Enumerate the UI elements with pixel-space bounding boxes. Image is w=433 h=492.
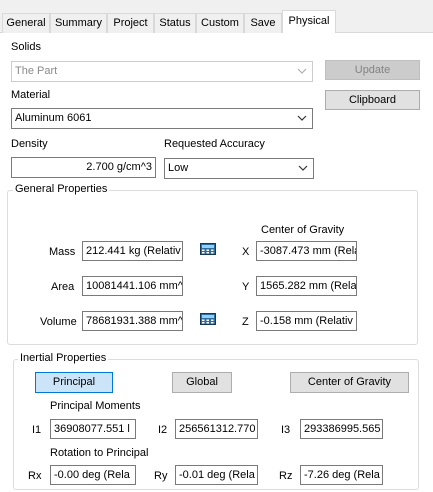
mass-label: Mass bbox=[49, 246, 76, 258]
density-label: Density bbox=[11, 138, 48, 150]
rz-field[interactable]: -7.26 deg (Rela bbox=[300, 465, 383, 485]
accuracy-dropdown[interactable]: Low bbox=[164, 158, 314, 179]
tab-general[interactable]: General bbox=[2, 13, 50, 33]
i3-label: I3 bbox=[281, 424, 291, 436]
tab-custom[interactable]: Custom bbox=[196, 13, 244, 33]
accuracy-value: Low bbox=[168, 162, 189, 174]
rx-label: Rx bbox=[28, 470, 42, 482]
calculator-icon[interactable] bbox=[200, 243, 216, 255]
i2-label: I2 bbox=[158, 424, 168, 436]
rx-field[interactable]: -0.00 deg (Rela bbox=[50, 465, 136, 485]
solids-value: The Part bbox=[15, 65, 58, 77]
rotation-to-principal-label: Rotation to Principal bbox=[50, 447, 149, 459]
y-label: Y bbox=[242, 281, 250, 293]
tab-save[interactable]: Save bbox=[244, 13, 282, 33]
cog-header: Center of Gravity bbox=[261, 224, 345, 236]
inertial-properties-title: Inertial Properties bbox=[18, 352, 109, 364]
solids-dropdown[interactable]: The Part bbox=[11, 61, 313, 82]
tab-physical[interactable]: Physical bbox=[282, 10, 336, 33]
principal-moments-label: Principal Moments bbox=[50, 400, 141, 412]
solids-label: Solids bbox=[11, 41, 41, 53]
chevron-down-icon bbox=[298, 165, 308, 171]
accuracy-label: Requested Accuracy bbox=[164, 138, 265, 150]
z-label: Z bbox=[242, 316, 249, 328]
global-button[interactable]: Global bbox=[172, 372, 232, 393]
chevron-down-icon bbox=[297, 115, 307, 121]
i1-label: I1 bbox=[32, 424, 42, 436]
material-label: Material bbox=[11, 89, 51, 101]
tab-project[interactable]: Project bbox=[107, 13, 154, 33]
update-button[interactable]: Update bbox=[325, 60, 420, 80]
clipboard-button[interactable]: Clipboard bbox=[325, 90, 420, 110]
volume-field[interactable]: 78681931.388 mm^ bbox=[82, 311, 183, 331]
general-properties-title: General Properties bbox=[13, 183, 110, 195]
ry-label: Ry bbox=[154, 470, 168, 482]
mass-field[interactable]: 212.441 kg (Relativ bbox=[82, 241, 183, 261]
material-dropdown[interactable]: Aluminum 6061 bbox=[11, 108, 313, 129]
area-field[interactable]: 10081441.106 mm^ bbox=[82, 276, 183, 296]
cog-x-field[interactable]: -3087.473 mm (Rela bbox=[256, 241, 357, 261]
material-value: Aluminum 6061 bbox=[15, 112, 92, 124]
i3-field[interactable]: 293386995.565 bbox=[300, 419, 383, 439]
rz-label: Rz bbox=[279, 470, 293, 482]
i2-field[interactable]: 256561312.770 bbox=[175, 419, 258, 439]
calculator-icon[interactable] bbox=[200, 313, 216, 325]
area-label: Area bbox=[51, 281, 75, 293]
volume-label: Volume bbox=[40, 316, 77, 328]
cog-z-field[interactable]: -0.158 mm (Relativ bbox=[256, 311, 357, 331]
center-of-gravity-button[interactable]: Center of Gravity bbox=[290, 372, 409, 393]
tab-summary[interactable]: Summary bbox=[50, 13, 107, 33]
tab-status[interactable]: Status bbox=[154, 13, 196, 33]
i1-field[interactable]: 36908077.551 l bbox=[50, 419, 136, 439]
principal-button[interactable]: Principal bbox=[35, 372, 113, 393]
density-field[interactable]: 2.700 g/cm^3 bbox=[11, 157, 156, 178]
x-label: X bbox=[242, 246, 250, 258]
cog-y-field[interactable]: 1565.282 mm (Rela bbox=[256, 276, 357, 296]
chevron-down-icon bbox=[297, 68, 307, 74]
ry-field[interactable]: -0.01 deg (Rela bbox=[175, 465, 258, 485]
